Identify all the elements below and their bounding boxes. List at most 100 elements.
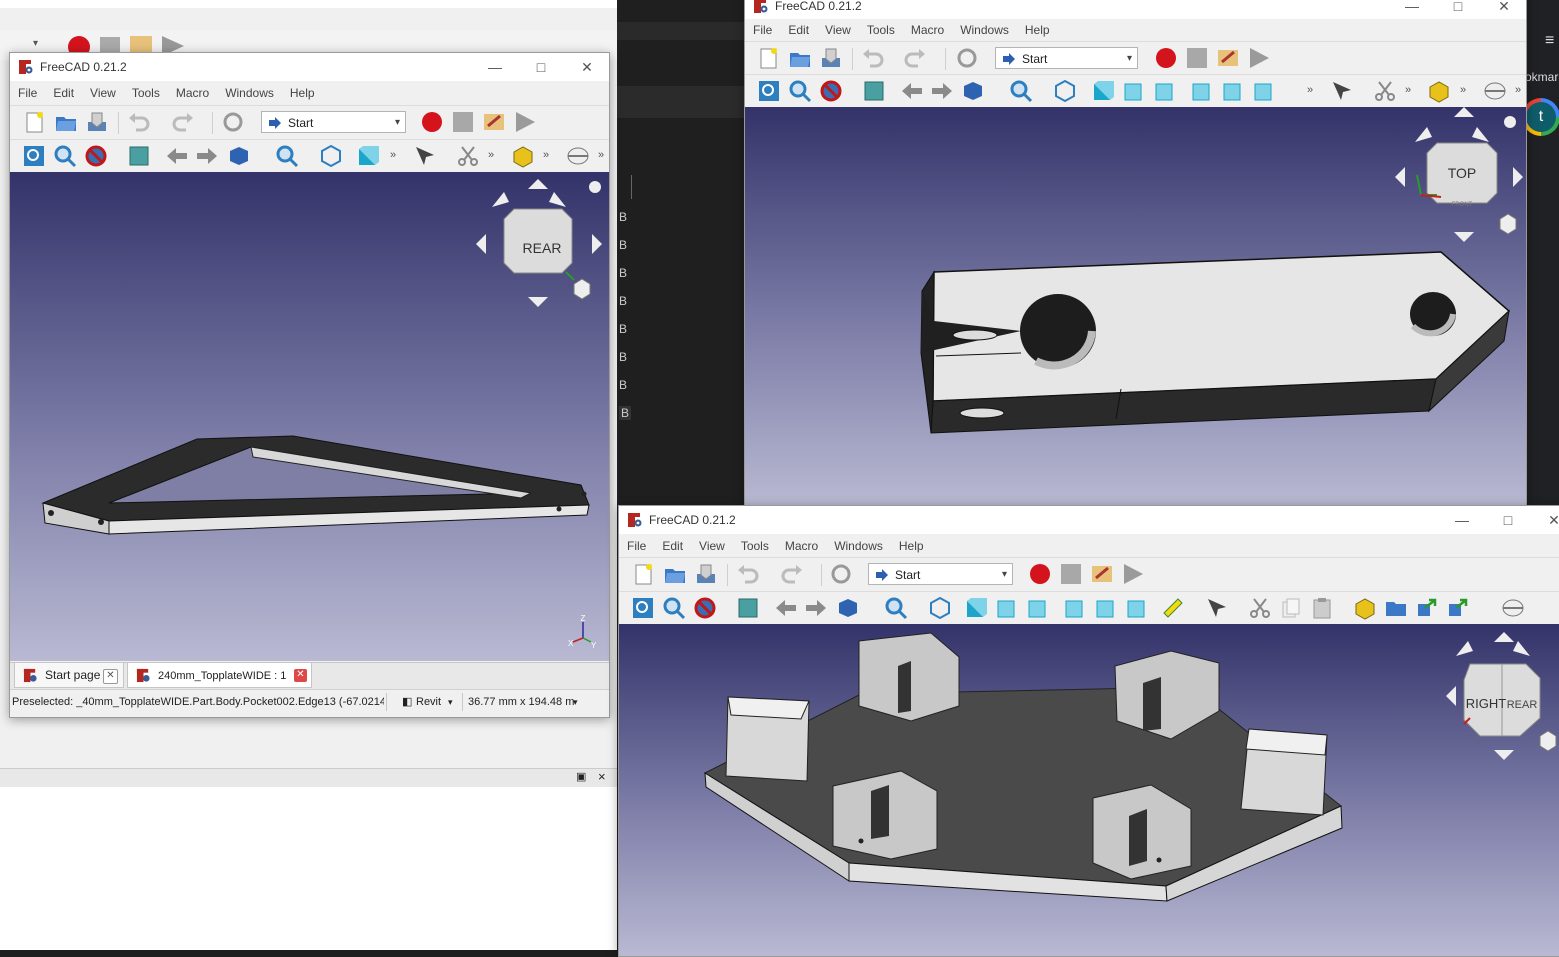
nav-left-arrow-icon[interactable] — [476, 234, 486, 254]
toolbar-overflow-icon[interactable]: » — [488, 149, 494, 161]
play-macro-icon[interactable] — [1247, 46, 1271, 70]
top-view-icon[interactable] — [995, 596, 1019, 620]
nav-up-arrow-icon[interactable] — [528, 179, 548, 189]
toolbar-overflow-icon[interactable]: » — [1405, 84, 1411, 96]
toolbar-overflow-icon[interactable]: » — [543, 149, 549, 161]
redo-icon[interactable] — [903, 46, 927, 70]
link-actions-icon[interactable] — [1446, 596, 1470, 620]
cut-icon[interactable] — [1248, 596, 1272, 620]
left-view-icon[interactable] — [1252, 79, 1276, 103]
bounding-box-icon[interactable] — [862, 79, 886, 103]
profile-avatar[interactable]: t — [1526, 102, 1556, 132]
close-button[interactable]: ✕ — [1539, 510, 1559, 530]
copy-icon[interactable] — [1279, 596, 1303, 620]
3d-viewport[interactable]: TOP FRONT — [745, 107, 1526, 506]
bounding-box-icon[interactable] — [127, 144, 151, 168]
menu-help[interactable]: Help — [1017, 19, 1058, 37]
menu-edit[interactable]: Edit — [780, 19, 817, 37]
close-button[interactable]: ✕ — [1489, 0, 1519, 16]
nav-left-arrow-icon[interactable] — [1395, 167, 1405, 187]
stop-macro-icon[interactable] — [1059, 562, 1083, 586]
menu-view[interactable]: View — [691, 535, 733, 553]
3d-viewport[interactable]: REAR Z X Y — [10, 172, 609, 661]
menu-view[interactable]: View — [82, 82, 124, 100]
new-document-icon[interactable] — [757, 46, 781, 70]
rear-view-icon[interactable] — [1190, 79, 1214, 103]
part-model-hex-plate[interactable] — [619, 624, 1559, 956]
zoom-icon[interactable] — [884, 596, 908, 620]
maximize-button[interactable]: □ — [1443, 0, 1473, 16]
save-icon[interactable] — [85, 110, 109, 134]
back-icon[interactable] — [774, 596, 798, 620]
maximize-button[interactable]: □ — [526, 57, 556, 77]
nav-menu-icon[interactable] — [589, 181, 601, 193]
clipping-plane-icon[interactable] — [566, 144, 590, 168]
create-part-icon[interactable] — [1353, 596, 1377, 620]
redo-icon[interactable] — [171, 110, 195, 134]
forward-icon[interactable] — [804, 596, 828, 620]
toolbar-overflow-icon[interactable]: » — [1307, 84, 1313, 96]
workbench-selector[interactable]: Start ▾ — [995, 47, 1138, 69]
open-folder-icon[interactable] — [54, 110, 78, 134]
redo-icon[interactable] — [780, 562, 804, 586]
tab-document[interactable]: 240mm_TopplateWIDE : 1 ✕ — [127, 663, 312, 688]
forward-icon[interactable] — [195, 144, 219, 168]
std-views-icon[interactable] — [836, 596, 860, 620]
record-macro-icon[interactable] — [1154, 46, 1178, 70]
forward-icon[interactable] — [930, 79, 954, 103]
menu-tools[interactable]: Tools — [124, 82, 168, 100]
save-icon[interactable] — [819, 46, 843, 70]
menu-windows[interactable]: Windows — [217, 82, 282, 100]
rotate-left-arrow-icon[interactable] — [1456, 641, 1473, 656]
refresh-icon[interactable] — [829, 562, 853, 586]
rear-view-icon[interactable] — [1063, 596, 1087, 620]
workbench-selector[interactable]: Start ▾ — [261, 111, 406, 133]
back-icon[interactable] — [165, 144, 189, 168]
front-view-icon[interactable] — [964, 596, 988, 620]
nav-isometric-cube-icon[interactable] — [1539, 730, 1557, 752]
menu-windows[interactable]: Windows — [826, 535, 891, 553]
menu-help[interactable]: Help — [891, 535, 932, 553]
menu-macro[interactable]: Macro — [777, 535, 826, 553]
create-part-icon[interactable] — [511, 144, 535, 168]
create-part-icon[interactable] — [1427, 79, 1451, 103]
nav-right-arrow-icon[interactable] — [1513, 167, 1523, 187]
whats-this-icon[interactable] — [1330, 79, 1354, 103]
edit-macro-icon[interactable] — [482, 110, 506, 134]
minimize-button[interactable]: — — [480, 57, 510, 77]
minimize-button[interactable]: — — [1397, 0, 1427, 16]
menu-icon[interactable]: ≡ — [1545, 32, 1554, 50]
nav-isometric-cube-icon[interactable] — [1499, 213, 1517, 235]
nav-down-arrow-icon[interactable] — [1494, 750, 1514, 760]
fit-all-icon[interactable] — [631, 596, 655, 620]
open-folder-icon[interactable] — [788, 46, 812, 70]
front-view-icon[interactable] — [1091, 79, 1115, 103]
new-document-icon[interactable] — [23, 110, 47, 134]
paste-icon[interactable] — [1310, 596, 1334, 620]
bottom-view-icon[interactable] — [1094, 596, 1118, 620]
rotate-right-arrow-icon[interactable] — [1513, 641, 1530, 656]
toolbar-overflow-icon[interactable]: » — [1460, 84, 1466, 96]
link-icon[interactable] — [1415, 596, 1439, 620]
left-view-icon[interactable] — [1125, 596, 1149, 620]
chevron-down-icon[interactable]: ▾ — [573, 690, 578, 714]
menu-file[interactable]: File — [745, 19, 780, 37]
stop-macro-icon[interactable] — [451, 110, 475, 134]
nav-up-arrow-icon[interactable] — [1454, 107, 1474, 117]
zoom-icon[interactable] — [1009, 79, 1033, 103]
nav-right-arrow-icon[interactable] — [592, 234, 602, 254]
edit-macro-icon[interactable] — [1090, 562, 1114, 586]
draw-style-icon[interactable] — [819, 79, 843, 103]
rotate-right-arrow-icon[interactable] — [1472, 127, 1489, 142]
right-view-icon[interactable] — [1153, 79, 1177, 103]
close-panel-icon[interactable]: × — [598, 769, 606, 784]
menu-tools[interactable]: Tools — [859, 19, 903, 37]
toolbar-overflow-icon[interactable]: » — [1515, 84, 1521, 96]
menu-macro[interactable]: Macro — [903, 19, 952, 37]
play-macro-icon[interactable] — [1121, 562, 1145, 586]
fit-selection-icon[interactable] — [788, 79, 812, 103]
menu-tools[interactable]: Tools — [733, 535, 777, 553]
toolbar-overflow-icon[interactable]: » — [598, 149, 604, 161]
fit-selection-icon[interactable] — [662, 596, 686, 620]
play-macro-icon[interactable] — [513, 110, 537, 134]
